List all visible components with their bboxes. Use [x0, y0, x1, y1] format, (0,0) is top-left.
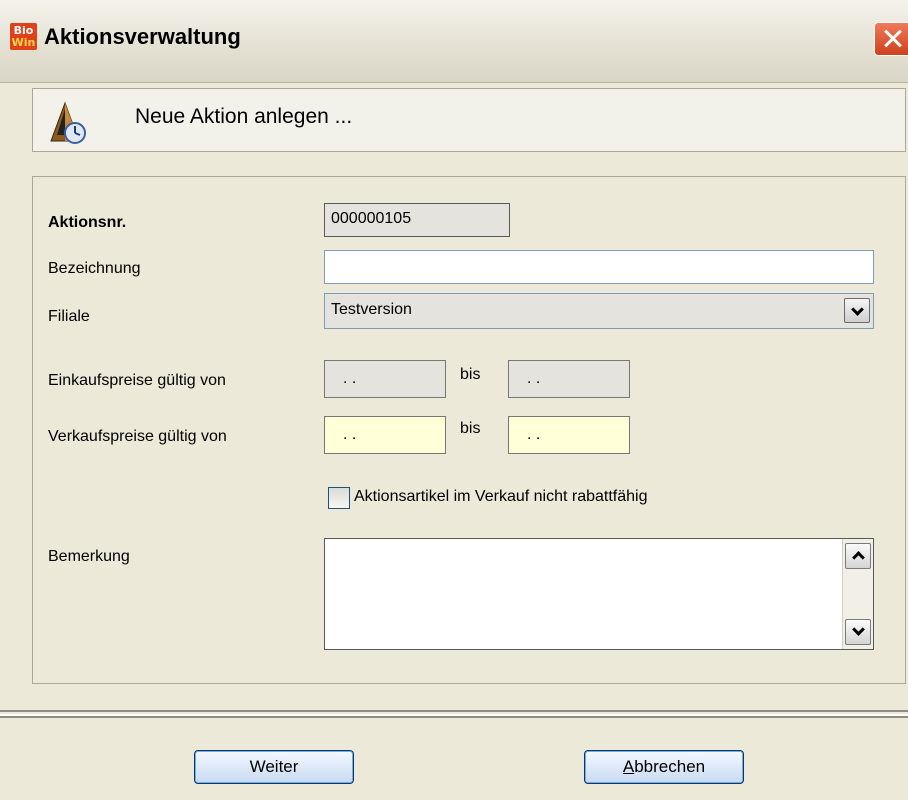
- header-title: Neue Aktion anlegen ...: [135, 105, 353, 128]
- footer-separator-line: [0, 716, 908, 718]
- abbrechen-mnemonic: A: [622, 757, 635, 776]
- aktionsnr-label: Aktionsnr.: [48, 214, 127, 231]
- bezeichnung-label: Bezeichnung: [48, 260, 141, 277]
- abbrechen-button[interactable]: Abbrechen: [584, 750, 744, 784]
- einkauf-bis-label: bis: [460, 366, 481, 383]
- rabatt-checkbox-label[interactable]: Aktionsartikel im Verkauf nicht rabattfä…: [354, 488, 647, 506]
- verkauf-bis-label: bis: [460, 420, 481, 437]
- scroll-up-icon[interactable]: [845, 543, 871, 569]
- verkauf-bis-input[interactable]: . .: [508, 416, 630, 454]
- chevron-down-icon[interactable]: [844, 298, 870, 323]
- weiter-button[interactable]: Weiter: [194, 750, 354, 784]
- einkauf-von-input[interactable]: . .: [324, 360, 446, 398]
- scroll-down-icon[interactable]: [845, 619, 871, 645]
- bemerkung-scrollbar[interactable]: [842, 539, 873, 649]
- window-title: Aktionsverwaltung: [44, 24, 241, 49]
- action-clock-icon: [50, 101, 86, 144]
- einkauf-label: Einkaufspreise gültig von: [48, 372, 226, 389]
- filiale-selected-value: Testversion: [331, 301, 412, 318]
- bemerkung-label: Bemerkung: [48, 548, 130, 565]
- filiale-label: Filiale: [48, 308, 90, 325]
- aktionsnr-field: 000000105: [324, 203, 510, 237]
- close-icon[interactable]: [874, 22, 908, 56]
- einkauf-bis-input[interactable]: . .: [508, 360, 630, 398]
- bezeichnung-input[interactable]: [324, 250, 874, 284]
- header-panel: Neue Aktion anlegen ...: [32, 88, 906, 152]
- verkauf-label: Verkaufspreise gültig von: [48, 428, 227, 445]
- title-bar: Bio Win Aktionsverwaltung: [0, 0, 908, 83]
- verkauf-von-input[interactable]: . .: [324, 416, 446, 454]
- filiale-select[interactable]: Testversion: [324, 293, 874, 329]
- biowin-logo-icon: Bio Win: [10, 23, 37, 50]
- rabatt-checkbox[interactable]: [328, 487, 350, 509]
- bemerkung-textarea[interactable]: [324, 538, 874, 650]
- abbrechen-label: bbrechen: [634, 757, 706, 776]
- logo-bottom-text: Win: [11, 36, 36, 49]
